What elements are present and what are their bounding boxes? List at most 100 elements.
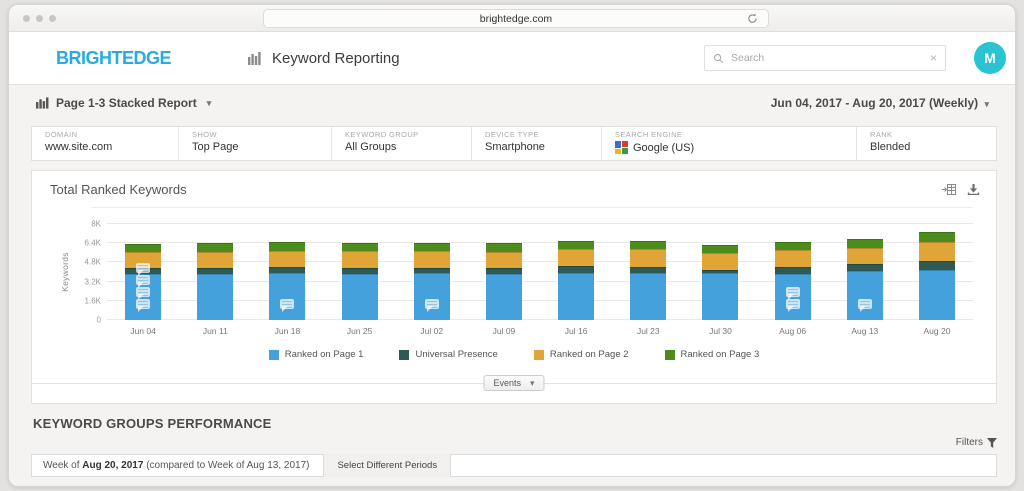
- bar-segment[interactable]: [269, 242, 306, 252]
- events-button[interactable]: Events ▾: [483, 375, 545, 391]
- report-selector[interactable]: Page 1-3 Stacked Report ▾: [36, 96, 211, 110]
- bar-segment[interactable]: [702, 252, 739, 270]
- bar-segment[interactable]: [269, 273, 306, 320]
- event-markers[interactable]: [785, 287, 800, 312]
- window-controls[interactable]: [23, 14, 56, 22]
- bar-segment[interactable]: [774, 250, 811, 267]
- bar-segment[interactable]: [846, 248, 883, 265]
- date-range-selector[interactable]: Jun 04, 2017 - Aug 20, 2017 (Weekly) ▾: [771, 96, 989, 110]
- bar-column-jul-09[interactable]: [468, 224, 540, 320]
- y-tick-label: 1.6K: [84, 296, 101, 306]
- filter-value: Google (US): [615, 141, 856, 154]
- minimize-window-icon[interactable]: [36, 14, 43, 22]
- bar-column-aug-20[interactable]: [901, 224, 973, 320]
- brightedge-logo[interactable]: BRIGHTEDGE: [56, 48, 172, 69]
- address-bar[interactable]: brightedge.com: [263, 9, 769, 28]
- week-comparison-row: Week of Aug 20, 2017 (compared to Week o…: [31, 454, 997, 477]
- url-text[interactable]: brightedge.com: [480, 13, 552, 25]
- refresh-icon[interactable]: [747, 13, 758, 24]
- event-markers[interactable]: [424, 299, 439, 312]
- event-note-icon[interactable]: [136, 275, 151, 288]
- bar-segment[interactable]: [702, 245, 739, 253]
- bar-segment[interactable]: [558, 249, 595, 267]
- filter-show[interactable]: SHOW Top Page: [179, 127, 332, 160]
- close-window-icon[interactable]: [23, 14, 30, 22]
- bar-column-jun-18[interactable]: [251, 224, 323, 320]
- export-table-icon[interactable]: [942, 183, 957, 196]
- bar-column-jul-16[interactable]: [540, 224, 612, 320]
- bar-segment[interactable]: [125, 243, 162, 252]
- bar-segment[interactable]: [630, 272, 667, 320]
- event-markers[interactable]: [136, 263, 151, 312]
- event-note-icon[interactable]: [136, 287, 151, 300]
- y-tick-label: 0: [96, 315, 101, 325]
- bar-segment[interactable]: [846, 264, 883, 271]
- search-clear-icon[interactable]: ×: [930, 51, 937, 65]
- bar-segment[interactable]: [558, 266, 595, 273]
- legend-item[interactable]: Ranked on Page 3: [664, 349, 759, 360]
- filter-search-engine[interactable]: SEARCH ENGINE Google (US): [602, 127, 857, 160]
- filter-device-type[interactable]: DEVICE TYPE Smartphone: [472, 127, 602, 160]
- filter-domain[interactable]: DOMAIN www.site.com: [32, 127, 179, 160]
- bar-segment[interactable]: [774, 266, 811, 274]
- event-note-icon[interactable]: [136, 263, 151, 276]
- bar-segment[interactable]: [918, 270, 955, 320]
- bar-segment[interactable]: [413, 251, 450, 268]
- search-input[interactable]: [731, 52, 923, 64]
- bar-column-jul-02[interactable]: [396, 224, 468, 320]
- bar-column-jun-11[interactable]: [179, 224, 251, 320]
- event-markers[interactable]: [857, 299, 872, 312]
- bar-segment[interactable]: [197, 273, 234, 320]
- bar-segment[interactable]: [630, 240, 667, 250]
- bar-segment[interactable]: [558, 240, 595, 250]
- legend-item[interactable]: Ranked on Page 2: [533, 349, 629, 360]
- legend-item[interactable]: Ranked on Page 1: [268, 349, 363, 360]
- bar-segment[interactable]: [846, 270, 883, 320]
- filter-keyword-group[interactable]: KEYWORD GROUP All Groups: [332, 127, 472, 160]
- event-markers[interactable]: [280, 299, 295, 312]
- event-note-icon[interactable]: [785, 287, 800, 300]
- bar-column-jul-23[interactable]: [612, 224, 684, 320]
- bar-segment[interactable]: [197, 251, 234, 269]
- bar-segment[interactable]: [774, 242, 811, 251]
- bar-segment[interactable]: [918, 232, 955, 243]
- bar-segment[interactable]: [341, 251, 378, 269]
- bar-segment[interactable]: [413, 273, 450, 320]
- event-note-icon[interactable]: [424, 299, 439, 312]
- bar-segment[interactable]: [413, 242, 450, 252]
- bar-segment[interactable]: [846, 239, 883, 249]
- bar-segment[interactable]: [630, 249, 667, 267]
- event-note-icon[interactable]: [785, 299, 800, 312]
- bar-segment[interactable]: [269, 251, 306, 268]
- bar-column-jun-25[interactable]: [324, 224, 396, 320]
- zoom-window-icon[interactable]: [49, 14, 56, 22]
- bar-segment[interactable]: [918, 260, 955, 271]
- bar-segment[interactable]: [485, 243, 522, 252]
- legend-item[interactable]: Universal Presence: [399, 349, 498, 360]
- bar-column-jun-04[interactable]: [107, 224, 179, 320]
- bar-segment[interactable]: [918, 242, 955, 261]
- bar-segment[interactable]: [558, 272, 595, 320]
- bar-segment[interactable]: [341, 243, 378, 252]
- bar-segment[interactable]: [702, 273, 739, 320]
- bar-segment[interactable]: [341, 273, 378, 320]
- event-note-icon[interactable]: [136, 299, 151, 312]
- bar-segment[interactable]: [485, 251, 522, 269]
- event-note-icon[interactable]: [280, 299, 295, 312]
- avatar[interactable]: M: [974, 42, 1006, 74]
- page-title: Keyword Reporting: [272, 49, 400, 67]
- filter-label: KEYWORD GROUP: [345, 130, 419, 139]
- bar-segment[interactable]: [485, 273, 522, 320]
- bar-column-aug-13[interactable]: [829, 224, 901, 320]
- bar-column-jul-30[interactable]: [684, 224, 756, 320]
- select-different-periods-button[interactable]: Select Different Periods: [323, 454, 452, 477]
- filters-button[interactable]: Filters: [956, 437, 997, 448]
- event-note-icon[interactable]: [857, 299, 872, 312]
- legend-label: Universal Presence: [415, 349, 498, 360]
- filter-rank[interactable]: RANK Blended: [857, 127, 996, 160]
- bar-column-aug-06[interactable]: [757, 224, 829, 320]
- legend-swatch: [268, 349, 279, 360]
- download-icon[interactable]: [967, 183, 980, 196]
- bar-segment[interactable]: [197, 243, 234, 252]
- search-box[interactable]: ×: [704, 45, 946, 71]
